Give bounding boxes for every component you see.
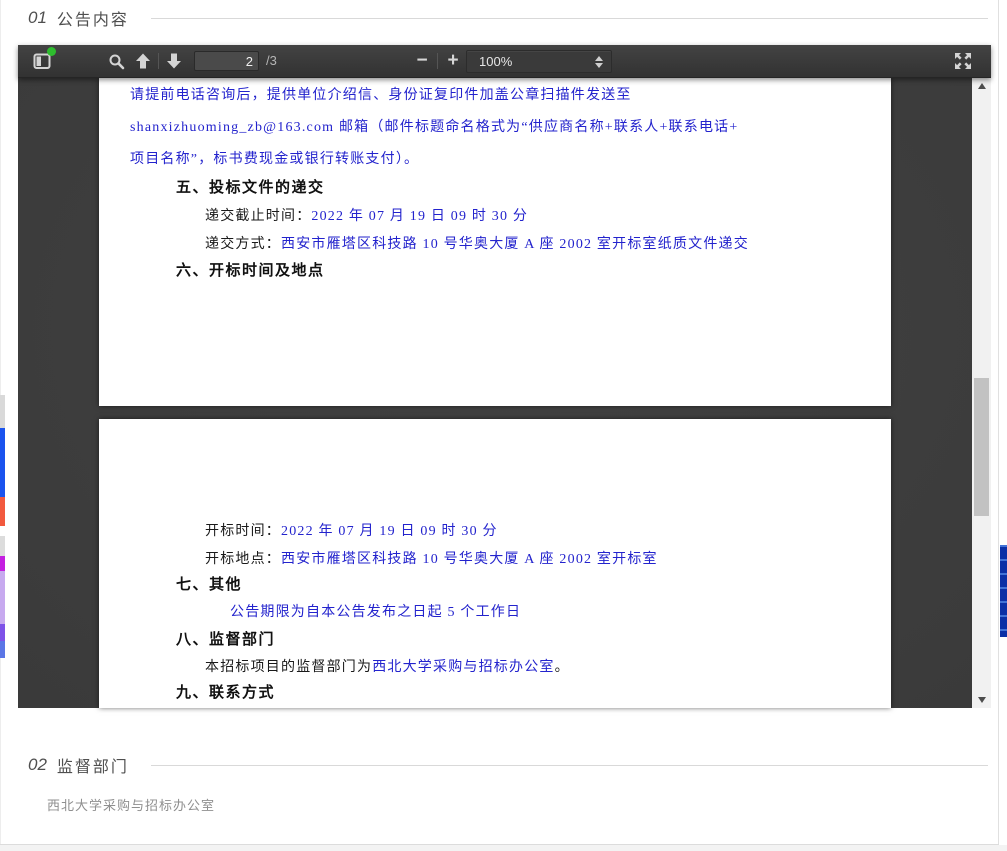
triangle-up-icon bbox=[978, 83, 986, 89]
scrollbar-up-button[interactable] bbox=[972, 78, 991, 94]
arrow-down-icon bbox=[165, 52, 183, 70]
doc-heading-7: 七、其他 bbox=[176, 575, 242, 595]
page-root: 01 公告内容 bbox=[0, 0, 1007, 851]
section-number: 02 bbox=[28, 755, 47, 775]
toolbar-divider bbox=[437, 53, 438, 69]
pdf-viewer: /3 − + 100% 请提前电话 bbox=[18, 45, 991, 707]
right-edge-clipped-element bbox=[1000, 0, 1007, 851]
label: 。 bbox=[555, 660, 570, 675]
page-up-button[interactable] bbox=[131, 49, 155, 73]
select-stepper-icon bbox=[595, 56, 603, 68]
value: 2022 年 07 月 19 日 09 时 30 分 bbox=[311, 209, 528, 224]
card-right-border bbox=[998, 0, 999, 845]
section-heading-supervisor: 02 监督部门 bbox=[28, 753, 988, 777]
scrollbar-thumb[interactable] bbox=[974, 378, 989, 516]
scrollbar-down-button[interactable] bbox=[972, 692, 991, 708]
page-total-label: /3 bbox=[266, 53, 277, 68]
pdf-scrollbar[interactable] bbox=[972, 78, 991, 708]
doc-heading-6: 六、开标时间及地点 bbox=[176, 261, 325, 281]
zoom-level-select[interactable]: 100% bbox=[466, 50, 612, 73]
section-rule bbox=[151, 765, 988, 766]
doc-heading-8: 八、监督部门 bbox=[176, 630, 275, 650]
value: 2022 年 07 月 19 日 09 时 30 分 bbox=[281, 524, 498, 539]
edge-strip-segment bbox=[1000, 545, 1007, 637]
supervisor-link-text: 西北大学采购与招标办公室 bbox=[372, 660, 554, 675]
label: 本招标项目的监督部门为 bbox=[205, 660, 372, 675]
doc-paragraph-line: shanxizhuoming_zb@163.com 邮箱（邮件标题命名格式为“供… bbox=[130, 118, 738, 138]
doc-line-notice: 公告期限为自本公告发布之日起 5 个工作日 bbox=[230, 603, 521, 623]
pdf-content-area: 请提前电话咨询后，提供单位介绍信、身份证复印件加盖公章扫描件发送至 shanxi… bbox=[18, 78, 991, 708]
doc-paragraph-line: 项目名称”，标书费现金或银行转账支付）。 bbox=[130, 150, 419, 170]
doc-line-deadline: 递交截止时间：2022 年 07 月 19 日 09 时 30 分 bbox=[205, 207, 528, 227]
fullscreen-button[interactable] bbox=[951, 49, 975, 73]
notification-dot bbox=[47, 47, 56, 56]
card-left-border bbox=[0, 0, 1, 845]
triangle-down-icon bbox=[978, 697, 986, 703]
section-number: 01 bbox=[28, 8, 47, 28]
section-title: 监督部门 bbox=[57, 753, 129, 777]
label: 开标地点： bbox=[205, 552, 281, 567]
doc-line-method: 递交方式：西安市雁塔区科技路 10 号华奥大厦 A 座 2002 室开标室纸质文… bbox=[205, 235, 749, 255]
search-icon bbox=[108, 53, 125, 70]
supervisor-content: 西北大学采购与招标办公室 bbox=[47, 795, 215, 814]
section-rule bbox=[151, 18, 988, 19]
pdf-page-2: 开标时间：2022 年 07 月 19 日 09 时 30 分 开标地点：西安市… bbox=[99, 419, 891, 708]
zoom-out-button[interactable]: − bbox=[410, 49, 434, 73]
pdf-toolbar: /3 − + 100% bbox=[18, 45, 991, 78]
label: 递交截止时间： bbox=[205, 209, 311, 224]
page-bottom-gutter bbox=[0, 845, 1007, 851]
doc-paragraph-line: 请提前电话咨询后，提供单位介绍信、身份证复印件加盖公章扫描件发送至 bbox=[130, 86, 632, 106]
search-button[interactable] bbox=[104, 49, 128, 73]
value: 西安市雁塔区科技路 10 号华奥大厦 A 座 2002 室开标室 bbox=[281, 552, 658, 567]
doc-heading-5: 五、投标文件的递交 bbox=[176, 178, 325, 198]
toolbar-divider bbox=[158, 53, 159, 69]
zoom-level-value: 100% bbox=[479, 54, 595, 69]
doc-line-open-time: 开标时间：2022 年 07 月 19 日 09 时 30 分 bbox=[205, 522, 498, 542]
page-down-button[interactable] bbox=[162, 49, 186, 73]
section-heading-announcement: 01 公告内容 bbox=[28, 6, 988, 30]
fullscreen-icon bbox=[954, 52, 972, 70]
pdf-page-1: 请提前电话咨询后，提供单位介绍信、身份证复印件加盖公章扫描件发送至 shanxi… bbox=[99, 78, 891, 406]
label: 递交方式： bbox=[205, 237, 281, 252]
doc-line-open-place: 开标地点：西安市雁塔区科技路 10 号华奥大厦 A 座 2002 室开标室 bbox=[205, 550, 658, 570]
doc-heading-9: 九、联系方式 bbox=[176, 683, 275, 703]
section-title: 公告内容 bbox=[57, 6, 129, 30]
doc-line-supervisor: 本招标项目的监督部门为西北大学采购与招标办公室。 bbox=[205, 658, 570, 678]
sidebar-toggle-button[interactable] bbox=[30, 49, 54, 73]
arrow-up-icon bbox=[134, 52, 152, 70]
zoom-in-button[interactable]: + bbox=[441, 49, 465, 73]
label: 开标时间： bbox=[205, 524, 281, 539]
value: 西安市雁塔区科技路 10 号华奥大厦 A 座 2002 室开标室纸质文件递交 bbox=[281, 237, 749, 252]
page-number-input[interactable] bbox=[194, 51, 259, 71]
